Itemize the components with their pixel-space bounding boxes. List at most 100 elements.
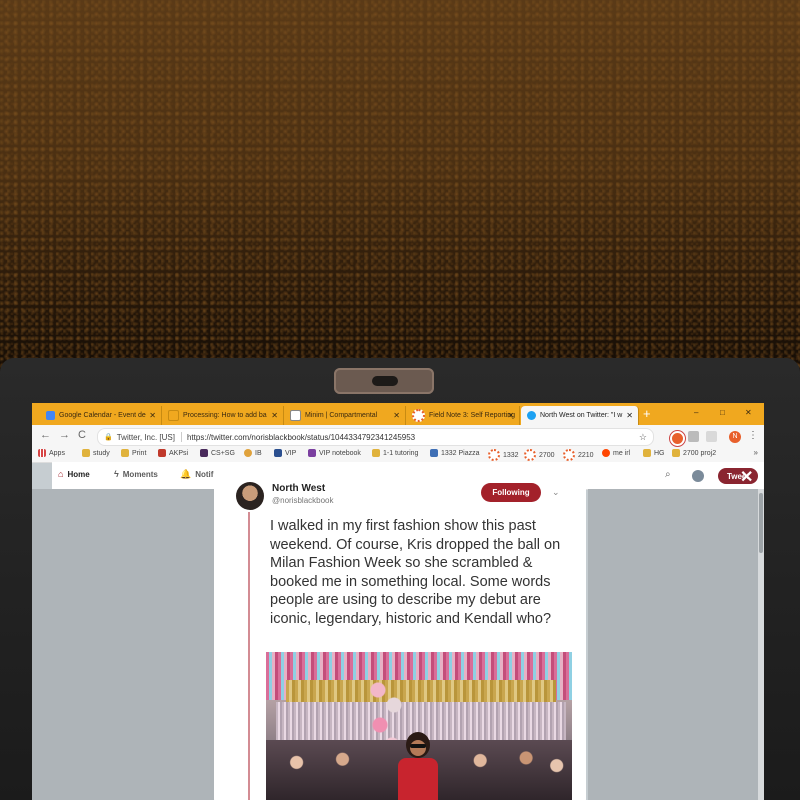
nav-home[interactable]: ⌂ Home	[58, 469, 90, 479]
thread-line	[248, 512, 250, 800]
tab-processing[interactable]: Processing: How to add ba ✕	[162, 406, 284, 425]
user-avatar[interactable]	[692, 470, 704, 482]
slack-icon	[200, 449, 208, 457]
photo-model-face	[410, 740, 426, 756]
tab-label: Field Note 3: Self Reporting	[429, 412, 515, 419]
back-icon[interactable]: ←	[40, 429, 51, 441]
nav-moments[interactable]: ϟ Moments	[114, 469, 158, 479]
minimize-icon[interactable]: –	[694, 408, 698, 417]
close-icon[interactable]: ✕	[393, 411, 400, 420]
maximize-icon[interactable]: □	[720, 408, 725, 417]
window-close-icon[interactable]: ✕	[745, 408, 752, 417]
bookmark-label: 1-1 tutoring	[383, 449, 419, 457]
url-text[interactable]: https://twitter.com/norisblackbook/statu…	[187, 433, 415, 442]
webcam-cover	[334, 368, 434, 394]
bookmark-study[interactable]: study	[82, 449, 110, 457]
close-modal-icon[interactable]: ✕	[740, 467, 753, 487]
extension-icon[interactable]	[670, 431, 685, 446]
browser-menu-icon[interactable]: ⋮	[748, 430, 758, 441]
processing-icon	[168, 410, 179, 421]
pinwheel-icon	[244, 449, 252, 457]
photo-model	[396, 732, 440, 800]
bookmark-label: 2210	[578, 451, 594, 459]
folder-icon	[82, 449, 90, 457]
canvas-icon	[563, 449, 575, 461]
bookmark-2700[interactable]: 2700	[524, 449, 555, 461]
webcam-lens	[372, 376, 398, 386]
chevron-down-icon[interactable]: ⌄	[552, 487, 560, 498]
bookmark-label: me irl	[613, 449, 631, 457]
modal-backdrop-left[interactable]	[32, 489, 232, 800]
scrollbar-thumb[interactable]	[759, 493, 763, 553]
site-identity[interactable]: Twitter, Inc. [US]	[117, 433, 175, 442]
profile-avatar[interactable]: N	[729, 431, 741, 443]
tab-twitter[interactable]: North West on Twitter: "I w ✕	[521, 406, 639, 425]
author-name[interactable]: North West	[272, 483, 325, 494]
laptop-screen: Google Calendar - Event de ✕ Processing:…	[32, 403, 764, 800]
bookmarks-bar: Apps study Print AKPsi CS+SG IB VIP VIP …	[32, 447, 764, 463]
tab-label: Processing: How to add ba	[183, 412, 267, 419]
bookmark-1332[interactable]: 1332	[488, 449, 519, 461]
document-icon	[290, 410, 301, 421]
bookmark-ib[interactable]: IB	[244, 449, 262, 457]
tab-minim[interactable]: Minim | Compartmental ✕	[284, 406, 406, 425]
tab-bar: Google Calendar - Event de ✕ Processing:…	[32, 403, 764, 425]
author-avatar[interactable]	[236, 482, 264, 510]
tweet-photo[interactable]	[266, 652, 572, 800]
following-button[interactable]: Following	[481, 483, 541, 502]
modal-backdrop-right[interactable]	[588, 489, 764, 800]
forward-icon[interactable]: →	[59, 429, 70, 441]
search-icon[interactable]: ⌕	[665, 469, 671, 480]
tweet-card: North West @norisblackbook Following ⌄ I…	[214, 464, 586, 800]
bookmark-cs-sg[interactable]: CS+SG	[200, 449, 235, 457]
lightning-icon: ϟ	[114, 469, 119, 479]
address-bar-row: ← → C 🔒 Twitter, Inc. [US] https://twitt…	[32, 425, 764, 448]
reddit-icon	[602, 449, 610, 457]
tab-field-note[interactable]: Field Note 3: Self Reporting ✕	[406, 406, 520, 425]
bookmark-apps[interactable]: Apps	[38, 449, 65, 457]
nav-notifications[interactable]: 🔔 Notif	[180, 469, 213, 480]
bookmark-2210[interactable]: 2210	[563, 449, 594, 461]
bookmark-akpsi[interactable]: AKPsi	[158, 449, 188, 457]
bookmark-label: Apps	[49, 449, 65, 457]
bookmark-hg[interactable]: HG	[643, 449, 665, 457]
author-handle[interactable]: @norisblackbook	[272, 496, 333, 505]
close-icon[interactable]: ✕	[271, 411, 278, 420]
bookmark-print[interactable]: Print	[121, 449, 146, 457]
bookmark-label: CS+SG	[211, 449, 235, 457]
bookmark-star-icon[interactable]: ☆	[639, 432, 647, 443]
nav-label: Notif	[195, 470, 214, 479]
close-icon[interactable]: ✕	[149, 411, 156, 420]
carpet-background	[0, 0, 800, 380]
new-tab-button[interactable]: +	[643, 406, 651, 421]
home-icon: ⌂	[58, 469, 64, 479]
canvas-icon	[524, 449, 536, 461]
bookmark-vip-notebook[interactable]: VIP notebook	[308, 449, 361, 457]
extension-icon[interactable]	[688, 431, 699, 442]
bookmark-1332-piazza[interactable]: 1332 Piazza	[430, 449, 480, 457]
calendar-icon	[46, 411, 55, 420]
tab-label: North West on Twitter: "I w	[540, 412, 623, 419]
bookmark-label: study	[93, 449, 110, 457]
piazza-icon	[430, 449, 438, 457]
bookmark-me-irl[interactable]: me irl	[602, 449, 630, 457]
page-scrollbar[interactable]	[758, 489, 764, 800]
bookmark-label: HG	[654, 449, 665, 457]
bookmark-vip[interactable]: VIP	[274, 449, 296, 457]
reload-icon[interactable]: C	[78, 429, 86, 441]
star-icon	[372, 449, 380, 457]
close-icon[interactable]: ✕	[626, 411, 633, 420]
bell-icon: 🔔	[180, 469, 192, 479]
extension-icon[interactable]	[706, 431, 717, 442]
notebook-icon	[308, 449, 316, 457]
lock-icon: 🔒	[104, 434, 113, 441]
trello-icon	[274, 449, 282, 457]
more-bookmarks-icon[interactable]: »	[754, 448, 758, 457]
tab-google-calendar[interactable]: Google Calendar - Event de ✕	[40, 406, 162, 425]
tab-label: Minim | Compartmental	[305, 412, 378, 419]
close-icon[interactable]: ✕	[507, 411, 514, 420]
bookmark-2700-proj2[interactable]: 2700 proj2	[672, 449, 716, 457]
bookmark-label: 2700 proj2	[683, 449, 717, 457]
url-bar[interactable]: 🔒 Twitter, Inc. [US] https://twitter.com…	[97, 428, 654, 446]
bookmark-tutoring[interactable]: 1-1 tutoring	[372, 449, 418, 457]
